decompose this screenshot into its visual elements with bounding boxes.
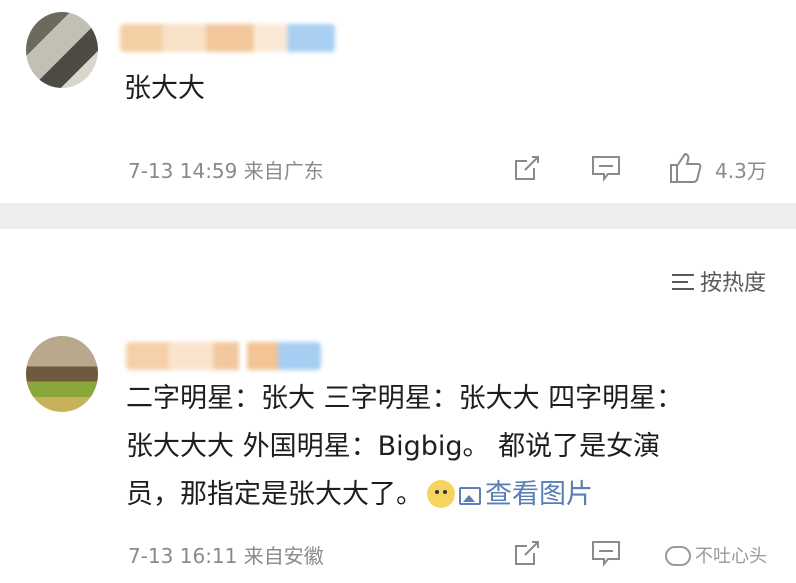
comment-text-segment: 员，那指定是张大大了。	[126, 479, 423, 510]
repost-button[interactable]	[512, 153, 542, 188]
sort-icon	[671, 272, 696, 292]
watermark: 不吐心头	[665, 542, 767, 568]
comment-text: 张大大	[124, 65, 205, 113]
repost-button[interactable]	[512, 538, 542, 573]
comment-text-line: 二字明星：张大 三字明星：张大大 四字明星：	[126, 383, 684, 414]
section-divider	[0, 203, 796, 229]
like-count: 4.3万	[715, 159, 767, 183]
sort-bar: 按热度	[0, 229, 796, 319]
doge-emoji-icon	[427, 480, 455, 508]
sort-by-heat-button[interactable]: 按热度	[671, 265, 766, 297]
timestamp: 7-13 16:11	[128, 544, 238, 568]
comment-text: 二字明星：张大 三字明星：张大大 四字明星： 张大大大 外国明星：Bigbig。…	[126, 375, 766, 519]
timestamp: 7-13 14:59	[128, 159, 238, 183]
wechat-icon	[665, 546, 691, 566]
username-blurred[interactable]	[120, 24, 335, 52]
image-icon	[459, 487, 481, 505]
comment-card: 张大大 7-13 14:59 来自广东 4.3万	[0, 0, 796, 203]
source: 来自广东	[243, 159, 324, 183]
comment-icon	[592, 541, 620, 567]
comment-text-line: 张大大大 外国明星：Bigbig。 都说了是女演	[126, 431, 661, 462]
comment-text-line: 员，那指定是张大大了。 查看图片	[126, 471, 766, 519]
comment-meta: 7-13 14:59 来自广东	[128, 155, 324, 184]
avatar[interactable]	[26, 336, 98, 412]
like-button[interactable]	[668, 150, 704, 191]
comment-text-line: 张大大	[124, 73, 205, 104]
comment-icon	[592, 156, 620, 182]
sort-label: 按热度	[699, 271, 766, 296]
watermark-label: 不吐心头	[695, 546, 767, 567]
thumbs-up-icon	[670, 152, 702, 183]
view-image-label: 查看图片	[485, 479, 593, 510]
source: 来自安徽	[243, 544, 324, 568]
avatar[interactable]	[26, 12, 98, 88]
comment-meta: 7-13 16:11 来自安徽	[128, 540, 324, 569]
comment-button[interactable]	[590, 153, 622, 188]
username-blurred[interactable]	[126, 342, 321, 370]
comment-button[interactable]	[590, 538, 622, 573]
share-icon	[515, 541, 539, 565]
share-icon	[515, 156, 539, 180]
view-image-link[interactable]: 查看图片	[459, 479, 593, 510]
